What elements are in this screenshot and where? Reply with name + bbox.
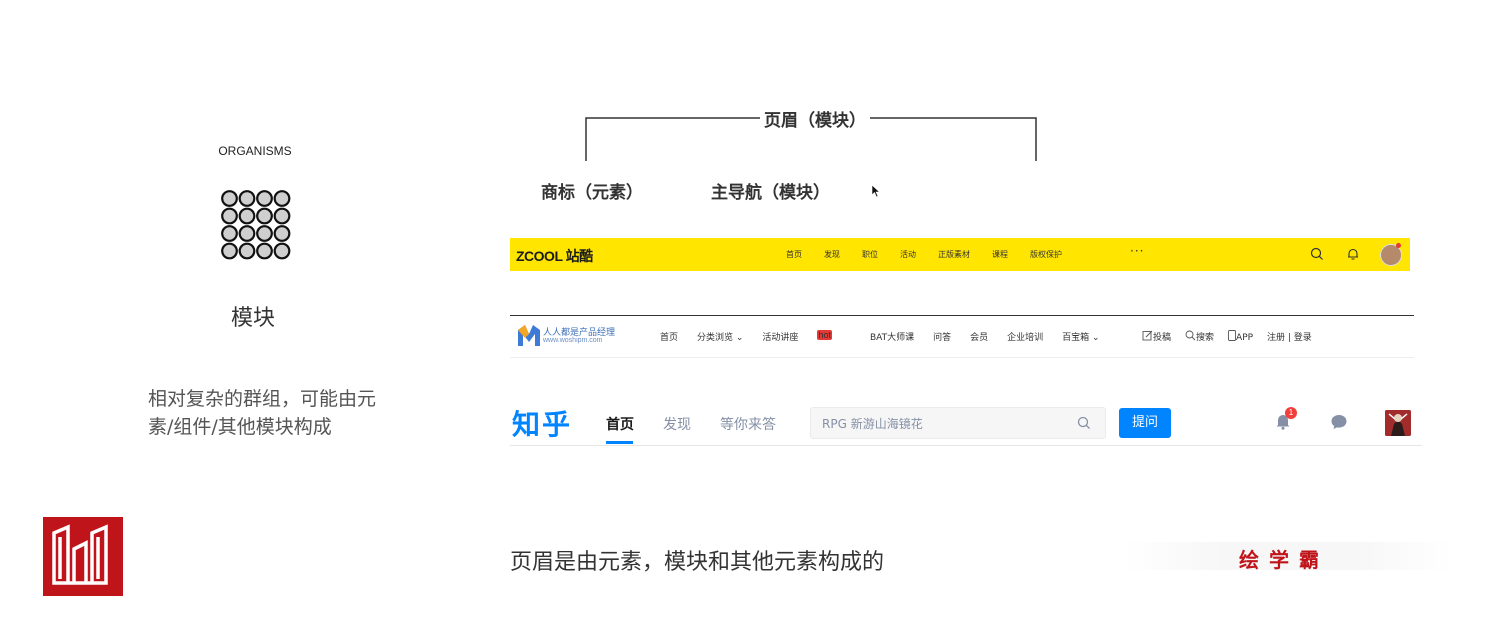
molecule-grid-icon xyxy=(221,190,291,260)
app-button[interactable]: APP xyxy=(1228,330,1253,343)
chat-icon[interactable] xyxy=(1330,414,1348,430)
molecule-circle xyxy=(238,242,256,260)
logo-element-label: 商标（元素） xyxy=(541,183,643,203)
zcool-nav-events[interactable]: 活动 xyxy=(900,249,916,260)
notification-dot xyxy=(1396,243,1401,248)
woshipm-site-url: www.woshipm.com xyxy=(543,337,603,344)
module-title: 模块 xyxy=(230,306,275,331)
molecule-circle xyxy=(256,225,273,242)
molecule-circle xyxy=(238,207,256,225)
tab-waiting-answers[interactable]: 等你来答 xyxy=(720,414,776,434)
zcool-nav-discover[interactable]: 发现 xyxy=(824,249,840,260)
login-register-link[interactable]: 注册 | 登录 xyxy=(1267,330,1312,343)
search-icon[interactable] xyxy=(1310,247,1324,261)
woshipm-nav-member[interactable]: 会员 xyxy=(970,330,988,343)
post-button[interactable]: 投稿 xyxy=(1142,330,1171,343)
woshipm-nav-bat[interactable]: BAT大师课 xyxy=(870,330,914,343)
woshipm-header: 人人都是产品经理 www.woshipm.com 首页 分类浏览 ⌄ 活动讲座 h… xyxy=(510,316,1414,357)
molecule-circle xyxy=(221,242,238,260)
molecule-circle xyxy=(221,225,238,242)
description-line-2: 素/组件/其他模块构成 xyxy=(148,416,332,438)
zcool-nav-stock[interactable]: 正版素材 xyxy=(938,249,970,260)
header-module-label: 页眉（模块） xyxy=(760,106,870,131)
divider xyxy=(510,357,1414,358)
woshipm-nav-events-label: 活动讲座 xyxy=(762,333,799,343)
phone-icon xyxy=(1228,330,1236,341)
edit-icon xyxy=(1142,330,1153,341)
mouse-cursor-icon xyxy=(871,184,881,198)
zcool-nav-home[interactable]: 首页 xyxy=(786,249,802,260)
zcool-logo[interactable]: ZCOOL 站酷 xyxy=(516,246,593,266)
zcool-more-button[interactable]: ··· xyxy=(1130,244,1144,258)
search-label: 搜索 xyxy=(1196,333,1215,343)
woshipm-nav: 首页 分类浏览 ⌄ 活动讲座 hot BAT大师课 问答 会员 企业培训 百宝箱 … xyxy=(660,316,1119,357)
molecule-circle xyxy=(273,225,291,242)
molecule-circle xyxy=(273,207,291,225)
search-icon[interactable] xyxy=(1077,416,1091,430)
woshipm-nav-categories[interactable]: 分类浏览 ⌄ xyxy=(697,330,743,343)
zcool-nav-courses[interactable]: 课程 xyxy=(992,249,1008,260)
brand-logo-icon xyxy=(43,517,123,596)
molecule-circle xyxy=(273,242,291,260)
search-icon xyxy=(1185,330,1196,341)
notification-badge: 1 xyxy=(1285,407,1297,419)
bell-icon[interactable] xyxy=(1346,247,1360,261)
main-nav-module-label: 主导航（模块） xyxy=(711,183,830,203)
search-placeholder: RPG 新游山海镜花 xyxy=(822,417,923,431)
watermark: 绘学霸 xyxy=(1239,548,1329,572)
app-label: APP xyxy=(1236,333,1254,343)
woshipm-nav-training[interactable]: 企业培训 xyxy=(1007,330,1043,343)
molecule-circle xyxy=(256,207,273,225)
molecule-circle xyxy=(238,225,256,242)
description-line-1: 相对复杂的群组，可能由元 xyxy=(148,388,377,410)
woshipm-nav-qa[interactable]: 问答 xyxy=(933,330,951,343)
molecule-circle xyxy=(221,207,238,225)
zcool-header: ZCOOL 站酷 首页 发现 职位 活动 正版素材 课程 版权保护 ··· xyxy=(510,238,1410,271)
avatar-image xyxy=(1385,410,1411,436)
search-input[interactable]: RPG 新游山海镜花 xyxy=(810,407,1106,439)
zcool-nav-copyright[interactable]: 版权保护 xyxy=(1030,249,1062,260)
woshipm-actions: 投稿 搜索 APP 注册 | 登录 xyxy=(1142,316,1326,357)
avatar[interactable] xyxy=(1385,410,1411,436)
woshipm-nav-home[interactable]: 首页 xyxy=(660,330,678,343)
active-tab-indicator xyxy=(606,441,633,444)
search-button[interactable]: 搜索 xyxy=(1185,330,1214,343)
zcool-nav-jobs[interactable]: 职位 xyxy=(862,249,878,260)
molecule-circle xyxy=(238,190,256,207)
organisms-label: ORGANISMS xyxy=(218,144,292,158)
module-description: 相对复杂的群组，可能由元 素/组件/其他模块构成 xyxy=(148,385,428,441)
divider xyxy=(510,445,1422,446)
woshipm-nav-events[interactable]: 活动讲座 hot xyxy=(762,330,851,343)
molecule-circle xyxy=(256,190,273,207)
zcool-nav: 首页 发现 职位 活动 正版素材 课程 版权保护 xyxy=(786,238,1084,271)
zhihu-logo[interactable]: 知乎 xyxy=(512,403,572,443)
hot-badge: hot xyxy=(817,330,832,340)
molecule-circle xyxy=(273,190,291,207)
tab-home[interactable]: 首页 xyxy=(606,414,634,434)
tab-discover[interactable]: 发现 xyxy=(663,414,691,434)
woshipm-nav-toolbox[interactable]: 百宝箱 ⌄ xyxy=(1062,330,1099,343)
page-caption: 页眉是由元素，模块和其他元素构成的 xyxy=(510,550,885,575)
molecule-circle xyxy=(256,242,273,260)
post-label: 投稿 xyxy=(1153,333,1172,343)
molecule-circle xyxy=(221,190,238,207)
ask-question-button[interactable]: 提问 xyxy=(1119,408,1171,438)
zhihu-header: 知乎 首页 发现 等你来答 RPG 新游山海镜花 提问 1 xyxy=(510,395,1422,445)
woshipm-logo-icon[interactable] xyxy=(516,322,542,348)
